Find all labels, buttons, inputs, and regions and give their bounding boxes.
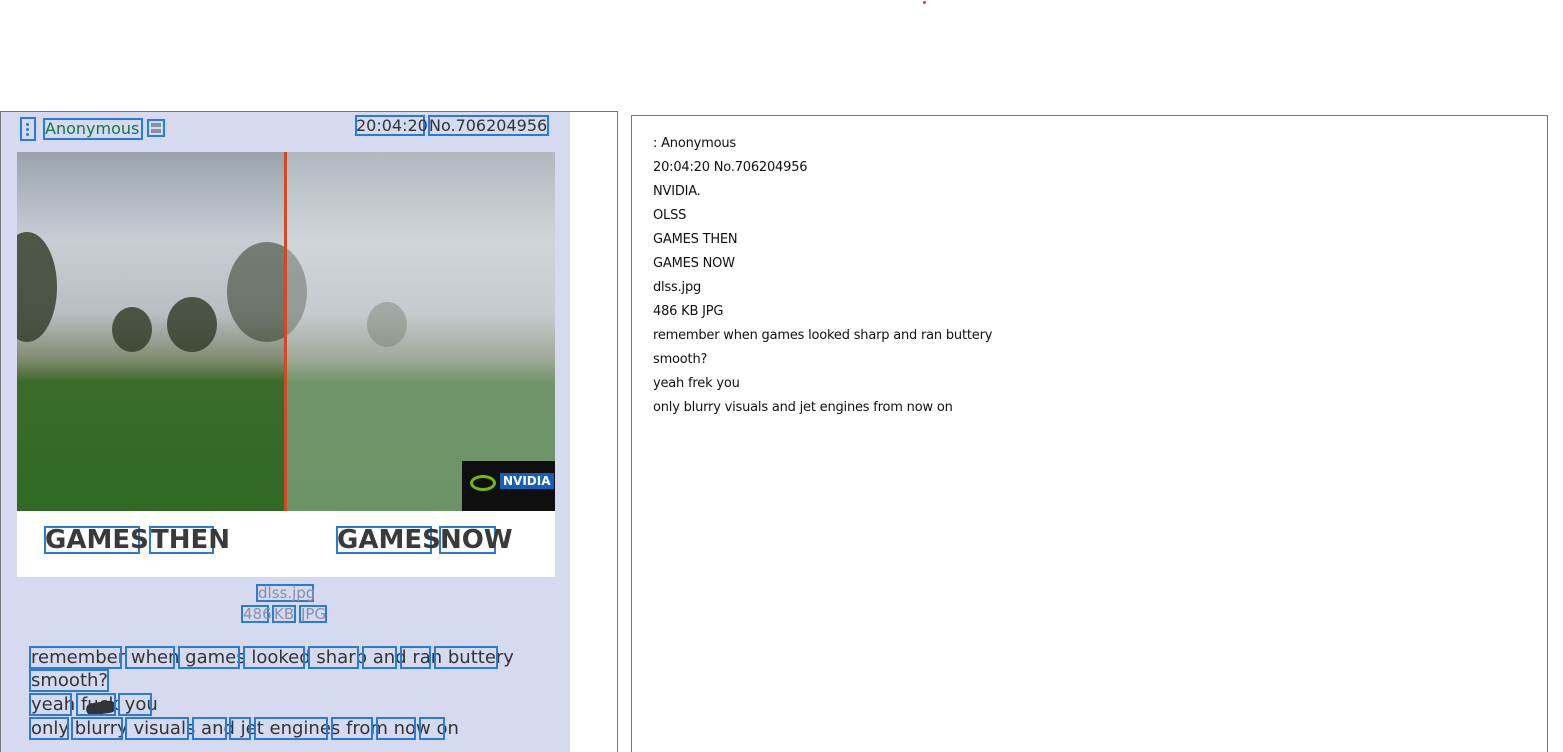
ocr-text-line: smooth? [653, 352, 708, 367]
ocr-text-list: : Anonymous 20:04:20 No.706204956 NVIDIA. O… [632, 116, 1547, 420]
poster-name[interactable]: Anonymous [45, 120, 139, 138]
nvidia-logo: NVIDIA [462, 461, 555, 511]
ocr-text-line: OLSS [653, 208, 687, 223]
annotated-screenshot-panel: Anonymous 20:04:20 No.706204956 NVIDIA G… [0, 111, 618, 752]
ocr-text-line: 20:04:20 No.706204956 [653, 160, 808, 175]
ocr-text-panel: : Anonymous 20:04:20 No.706204956 NVIDIA. O… [631, 115, 1548, 752]
post-image[interactable]: NVIDIA [17, 152, 555, 511]
caption-games-left: GAMES [45, 525, 149, 555]
ocr-text-line: yeah frek you [653, 376, 740, 391]
ocr-text-line: dlss.jpg [653, 280, 702, 295]
caption-then: THEN [151, 525, 231, 555]
file-name-link[interactable]: dlss.jpg [258, 584, 315, 602]
post-container: Anonymous 20:04:20 No.706204956 NVIDIA G… [1, 112, 570, 752]
file-size-number: 486 [243, 605, 272, 623]
ocr-text-line: : Anonymous [653, 136, 736, 151]
ocr-text-line: remember when games looked sharp and ran… [653, 328, 993, 343]
ocr-text-line: NVIDIA. [653, 184, 701, 199]
ocr-text-line: 486 KB JPG [653, 304, 724, 319]
post-menu-icon[interactable] [20, 117, 36, 141]
post-time: 20:04:20 [356, 116, 428, 135]
file-type: JPG [301, 605, 327, 623]
caption-now: NOW [440, 525, 513, 555]
file-size-unit: KB [274, 605, 295, 623]
marker-dot [923, 1, 926, 4]
image-caption-strip: GAMES THEN GAMES NOW [17, 511, 555, 577]
ocr-text-line: GAMES NOW [653, 256, 735, 271]
post-number[interactable]: No.706204956 [429, 117, 547, 135]
flag-icon [147, 119, 165, 137]
caption-games-right: GAMES [337, 525, 441, 555]
ocr-text-line: only blurry visuals and jet engines from… [653, 400, 953, 415]
ocr-text-line: GAMES THEN [653, 232, 738, 247]
